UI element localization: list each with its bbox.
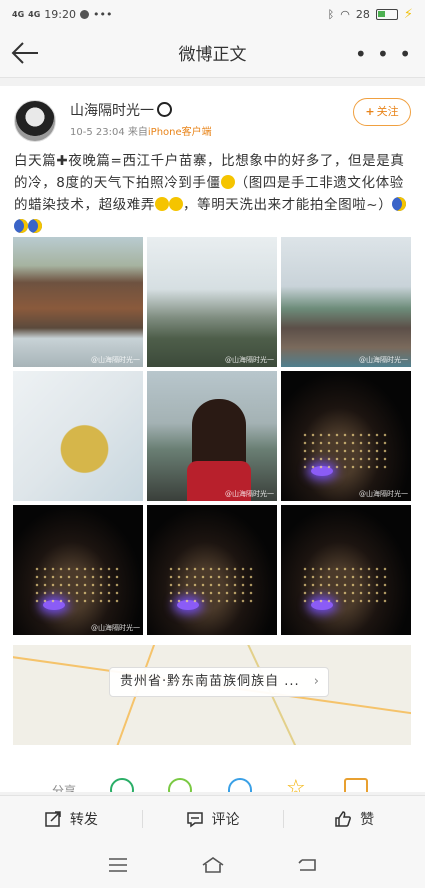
status-time: 19:20 (44, 7, 76, 21)
menu-icon[interactable] (106, 855, 130, 875)
post-text-part1: 白天篇 (14, 153, 57, 169)
laugh-cry-emoji-icon (169, 197, 183, 211)
signal-4g-1: 4G (12, 9, 25, 19)
home-icon[interactable] (201, 855, 225, 875)
post-source[interactable]: iPhone客户端 (148, 127, 212, 138)
post-text: 白天篇✚夜晚篇=西江千户苗寨，比想象中的好多了，但是是真的冷，8度的天气下拍照冷… (14, 150, 412, 238)
repost-icon (45, 810, 61, 827)
like-button[interactable]: 赞 (283, 796, 425, 841)
plus-emoji-icon: ✚ (56, 153, 69, 169)
comment-icon (186, 811, 203, 827)
photo-grid: @山海隔时光一 @山海隔时光一 @山海隔时光一 @山海隔时光一 @山海隔时光一 … (13, 237, 411, 635)
qq-icon[interactable] (228, 778, 252, 792)
wechat-icon[interactable] (110, 778, 134, 792)
share-label: 分享 (52, 784, 77, 792)
panda-emoji-icon (157, 102, 172, 117)
comment-button[interactable]: 评论 (141, 796, 284, 841)
photo-thumbnail[interactable]: @山海隔时光一 (147, 371, 277, 501)
nav-bar: 微博正文 • • • (0, 28, 425, 78)
status-bar: 4G 4G 19:20 ••• ᛒ ◠ 28 ⚡ (0, 0, 425, 28)
charging-icon: ⚡ (403, 6, 413, 22)
back-arrow-icon[interactable] (10, 40, 40, 66)
post-time: 10-5 23:04 (70, 127, 125, 138)
location-label: 贵州省·黔东南苗族侗族自 ... (120, 674, 300, 689)
location-label-box[interactable]: 贵州省·黔东南苗族侗族自 ... › (109, 667, 329, 697)
photo-watermark: @山海隔时光一 (225, 490, 274, 498)
photo-watermark: @山海隔时光一 (91, 356, 140, 364)
photo-thumbnail[interactable]: @山海隔时光一 (281, 237, 411, 367)
chat-notification-icon (79, 9, 89, 19)
author-name-row[interactable]: 山海隔时光一 (70, 100, 172, 120)
thumbs-up-icon (335, 810, 352, 827)
photo-thumbnail[interactable]: @山海隔时光一 (147, 237, 277, 367)
photo-thumbnail[interactable] (147, 505, 277, 635)
follow-button[interactable]: + 关注 (353, 98, 411, 126)
moon-emoji-icon (14, 219, 28, 233)
comment-label: 评论 (211, 811, 240, 828)
plus-icon: + (365, 105, 375, 118)
photo-thumbnail[interactable] (281, 505, 411, 635)
laugh-cry-emoji-icon (155, 197, 169, 211)
action-bar: 转发 评论 赞 (0, 795, 425, 841)
avatar[interactable] (14, 100, 56, 142)
signal-4g-2: 4G (28, 9, 41, 19)
post-meta: 10-5 23:04 来自iPhone客户端 (70, 123, 212, 138)
repost-label: 转发 (69, 811, 98, 828)
wifi-icon: ◠ (340, 7, 350, 21)
location-map[interactable]: 贵州省·黔东南苗族侗族自 ... › (13, 645, 411, 745)
photo-thumbnail[interactable]: @山海隔时光一 (281, 371, 411, 501)
moments-icon[interactable] (168, 778, 192, 792)
moon-emoji-icon (392, 197, 407, 211)
smile-emoji-icon (220, 175, 235, 189)
chevron-right-icon: › (313, 674, 320, 689)
post-text-part4: ，等明天洗出来才能拍全图啦~） (183, 197, 393, 213)
qzone-star-icon[interactable]: ☆ (286, 778, 310, 793)
save-image-icon[interactable] (344, 778, 368, 792)
photo-watermark: @山海隔时光一 (225, 356, 274, 364)
like-label: 赞 (360, 811, 375, 828)
battery-icon (375, 8, 398, 20)
photo-watermark: @山海隔时光一 (91, 624, 140, 632)
repost-button[interactable]: 转发 (0, 796, 142, 841)
photo-watermark: @山海隔时光一 (359, 490, 408, 498)
photo-watermark: @山海隔时光一 (359, 356, 408, 364)
share-row: 分享 ☆ (0, 776, 425, 792)
system-nav-bar (0, 841, 425, 888)
back-nav-icon[interactable] (296, 855, 320, 875)
more-menu-icon[interactable]: • • • (355, 42, 413, 66)
post-card: 山海隔时光一 10-5 23:04 来自iPhone客户端 + 关注 白天篇✚夜晚… (0, 86, 425, 792)
moon-emoji-icon (28, 219, 42, 233)
follow-label: 关注 (376, 105, 399, 118)
battery-level: 28 (355, 7, 370, 21)
author-name[interactable]: 山海隔时光一 (70, 103, 154, 119)
photo-thumbnail[interactable]: @山海隔时光一 (13, 237, 143, 367)
photo-thumbnail[interactable]: @山海隔时光一 (13, 505, 143, 635)
source-prefix: 来自 (127, 127, 148, 138)
notification-more: ••• (92, 7, 113, 21)
bluetooth-icon: ᛒ (327, 7, 335, 21)
photo-thumbnail[interactable] (13, 371, 143, 501)
